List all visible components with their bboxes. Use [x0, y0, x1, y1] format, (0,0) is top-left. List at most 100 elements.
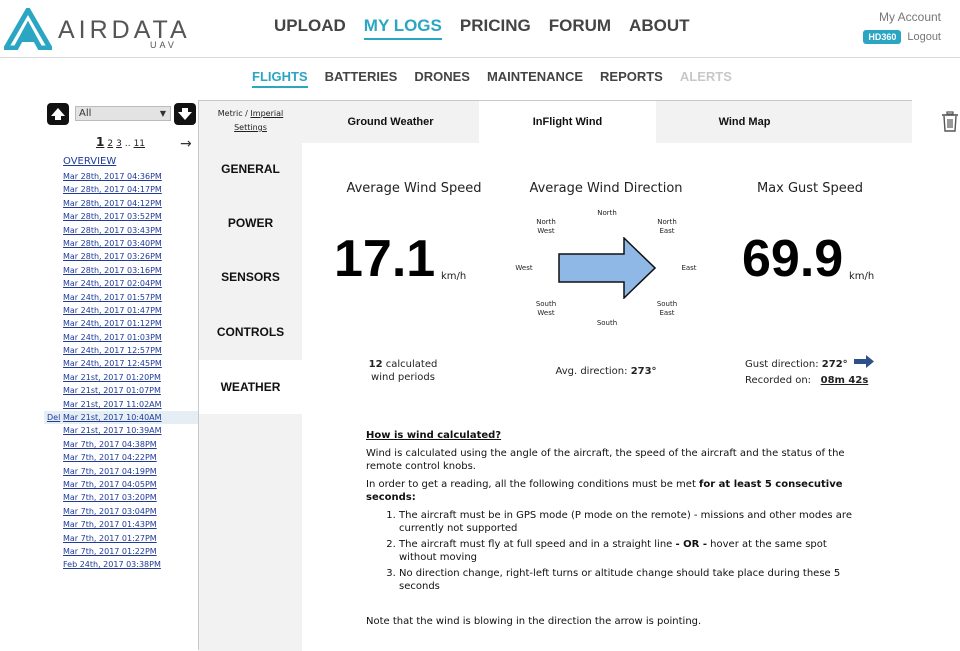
tab-wind-map[interactable]: Wind Map	[656, 101, 833, 143]
nav-upload[interactable]: UPLOAD	[274, 16, 346, 40]
gust-direction-arrow-icon	[853, 355, 874, 368]
flight-list-item[interactable]: Mar 7th, 2017 04:05PM	[44, 478, 199, 491]
flight-list-item[interactable]: Mar 7th, 2017 01:27PM	[44, 532, 199, 545]
flight-list-item[interactable]: Mar 24th, 2017 01:03PM	[44, 331, 199, 344]
recorded-on-value[interactable]: 08m 42s	[821, 375, 869, 386]
nav-pricing[interactable]: PRICING	[460, 16, 531, 40]
flight-timestamp-link[interactable]: Mar 28th, 2017 03:26PM	[63, 252, 162, 261]
flight-list-item[interactable]: Mar 21st, 2017 11:02AM	[44, 398, 199, 411]
flight-timestamp-link[interactable]: Mar 7th, 2017 04:38PM	[63, 440, 157, 449]
flight-timestamp-link[interactable]: Mar 28th, 2017 04:36PM	[63, 172, 162, 181]
flight-timestamp-link[interactable]: Mar 28th, 2017 03:16PM	[63, 266, 162, 275]
tab-inflight-wind[interactable]: InFlight Wind	[479, 101, 656, 143]
flight-list-item[interactable]: Mar 24th, 2017 01:47PM	[44, 304, 199, 317]
flight-list-item[interactable]: Mar 24th, 2017 12:45PM	[44, 357, 199, 370]
flight-timestamp-link[interactable]: Mar 7th, 2017 03:20PM	[63, 493, 157, 502]
tab-sensors[interactable]: SENSORS	[199, 250, 302, 304]
logout-link[interactable]: Logout	[907, 31, 941, 43]
page-current[interactable]: 1	[96, 135, 104, 149]
flight-list-item[interactable]: Mar 24th, 2017 01:12PM	[44, 317, 199, 330]
page-last-link[interactable]: 11	[134, 139, 145, 149]
flight-list-item[interactable]: Mar 21st, 2017 10:39AM	[44, 424, 199, 437]
page-3-link[interactable]: 3	[116, 139, 122, 149]
flight-list-item[interactable]: Feb 24th, 2017 03:38PM	[44, 558, 199, 571]
flight-timestamp-link[interactable]: Mar 7th, 2017 04:05PM	[63, 480, 157, 489]
flight-timestamp-link[interactable]: Mar 7th, 2017 04:19PM	[63, 467, 157, 476]
tab-controls[interactable]: CONTROLS	[199, 305, 302, 359]
settings-link[interactable]: Settings	[234, 123, 267, 132]
subnav-reports[interactable]: REPORTS	[600, 69, 663, 88]
flight-list-item[interactable]: Del Mar 21st, 2017 10:40AM	[44, 411, 199, 425]
flight-timestamp-link[interactable]: Mar 21st, 2017 10:40AM	[63, 413, 162, 422]
flight-timestamp-link[interactable]: Mar 7th, 2017 04:22PM	[63, 453, 157, 462]
tab-ground-weather[interactable]: Ground Weather	[302, 101, 479, 143]
flight-timestamp-link[interactable]: Mar 7th, 2017 01:43PM	[63, 520, 157, 529]
flight-timestamp-link[interactable]: Mar 21st, 2017 10:39AM	[63, 426, 162, 435]
flight-list-item[interactable]: Mar 28th, 2017 03:52PM	[44, 210, 199, 223]
flight-timestamp-link[interactable]: Mar 24th, 2017 12:45PM	[63, 359, 162, 368]
flight-timestamp-link[interactable]: Mar 21st, 2017 01:07PM	[63, 386, 161, 395]
scroll-up-button[interactable]	[47, 103, 69, 125]
overview-link[interactable]: OVERVIEW	[63, 156, 116, 167]
filter-row: All ▼	[47, 103, 199, 125]
unit-imperial-link[interactable]: Imperial	[250, 109, 283, 118]
subnav-batteries[interactable]: BATTERIES	[325, 69, 398, 88]
delete-flight-button[interactable]	[940, 111, 960, 133]
flight-timestamp-link[interactable]: Mar 28th, 2017 04:12PM	[63, 199, 162, 208]
flight-timestamp-link[interactable]: Mar 24th, 2017 01:57PM	[63, 293, 162, 302]
flight-timestamp-link[interactable]: Mar 28th, 2017 03:40PM	[63, 239, 162, 248]
tab-weather[interactable]: WEATHER	[199, 360, 302, 414]
next-page-arrow-icon[interactable]: →	[180, 136, 192, 152]
flight-timestamp-link[interactable]: Mar 24th, 2017 12:57PM	[63, 346, 162, 355]
flight-list-item[interactable]: Mar 7th, 2017 03:20PM	[44, 491, 199, 504]
my-account-link[interactable]: My Account	[863, 10, 941, 24]
subnav-drones[interactable]: DRONES	[414, 69, 470, 88]
nav-my-logs[interactable]: MY LOGS	[363, 16, 442, 40]
flight-list-item[interactable]: Mar 24th, 2017 12:57PM	[44, 344, 199, 357]
flight-timestamp-link[interactable]: Mar 28th, 2017 04:17PM	[63, 185, 162, 194]
flight-list-item[interactable]: Mar 28th, 2017 03:16PM	[44, 264, 199, 277]
flight-list-item[interactable]: Mar 28th, 2017 03:43PM	[44, 224, 199, 237]
flight-timestamp-link[interactable]: Mar 24th, 2017 01:12PM	[63, 319, 162, 328]
page-2-link[interactable]: 2	[107, 139, 113, 149]
flight-list-item[interactable]: Mar 21st, 2017 01:07PM	[44, 384, 199, 397]
flight-filter-select[interactable]: All ▼	[75, 106, 171, 121]
delete-flight-link[interactable]: Del	[47, 411, 60, 424]
flight-list-item[interactable]: Mar 28th, 2017 03:40PM	[44, 237, 199, 250]
flight-timestamp-link[interactable]: Mar 7th, 2017 01:27PM	[63, 534, 157, 543]
tab-general[interactable]: GENERAL	[199, 142, 302, 196]
flight-timestamp-link[interactable]: Mar 21st, 2017 01:20PM	[63, 373, 161, 382]
subnav-maintenance[interactable]: MAINTENANCE	[487, 69, 583, 88]
flight-list-item[interactable]: Mar 28th, 2017 04:12PM	[44, 197, 199, 210]
flight-list-item[interactable]: Mar 28th, 2017 03:26PM	[44, 250, 199, 263]
unit-metric[interactable]: Metric	[218, 109, 243, 118]
subnav-flights[interactable]: FLIGHTS	[252, 69, 308, 88]
flight-list-item[interactable]: Mar 28th, 2017 04:36PM	[44, 170, 199, 183]
flight-list-item[interactable]: Mar 7th, 2017 04:19PM	[44, 465, 199, 478]
flight-timestamp-link[interactable]: Feb 24th, 2017 03:38PM	[63, 560, 161, 569]
flight-timestamp-link[interactable]: Mar 28th, 2017 03:52PM	[63, 212, 162, 221]
flight-list-item[interactable]: Mar 28th, 2017 04:17PM	[44, 183, 199, 196]
flight-timestamp-link[interactable]: Mar 24th, 2017 01:03PM	[63, 333, 162, 342]
flight-list-item[interactable]: Mar 7th, 2017 04:38PM	[44, 438, 199, 451]
flight-timestamp-link[interactable]: Mar 7th, 2017 01:22PM	[63, 547, 157, 556]
plan-badge[interactable]: HD360	[863, 30, 902, 44]
flight-timestamp-link[interactable]: Mar 28th, 2017 03:43PM	[63, 226, 162, 235]
flight-timestamp-link[interactable]: Mar 24th, 2017 02:04PM	[63, 279, 162, 288]
flight-list-item[interactable]: Mar 21st, 2017 01:20PM	[44, 371, 199, 384]
flight-list-item[interactable]: Mar 7th, 2017 03:04PM	[44, 505, 199, 518]
flight-list-item[interactable]: Mar 7th, 2017 04:22PM	[44, 451, 199, 464]
flight-timestamp-link[interactable]: Mar 7th, 2017 03:04PM	[63, 507, 157, 516]
flight-list-item[interactable]: Mar 7th, 2017 01:43PM	[44, 518, 199, 531]
flight-timestamp-link[interactable]: Mar 21st, 2017 11:02AM	[63, 400, 162, 409]
filter-selected-value: All	[79, 108, 92, 119]
nav-about[interactable]: ABOUT	[629, 16, 689, 40]
nav-forum[interactable]: FORUM	[549, 16, 611, 40]
flight-timestamp-link[interactable]: Mar 24th, 2017 01:47PM	[63, 306, 162, 315]
flight-list-item[interactable]: Mar 24th, 2017 02:04PM	[44, 277, 199, 290]
airdata-logo[interactable]: AIRDATA UAV	[4, 6, 187, 50]
scroll-down-button[interactable]	[174, 103, 196, 125]
flight-list-item[interactable]: Mar 24th, 2017 01:57PM	[44, 291, 199, 304]
tab-power[interactable]: POWER	[199, 196, 302, 250]
flight-list-item[interactable]: Mar 7th, 2017 01:22PM	[44, 545, 199, 558]
